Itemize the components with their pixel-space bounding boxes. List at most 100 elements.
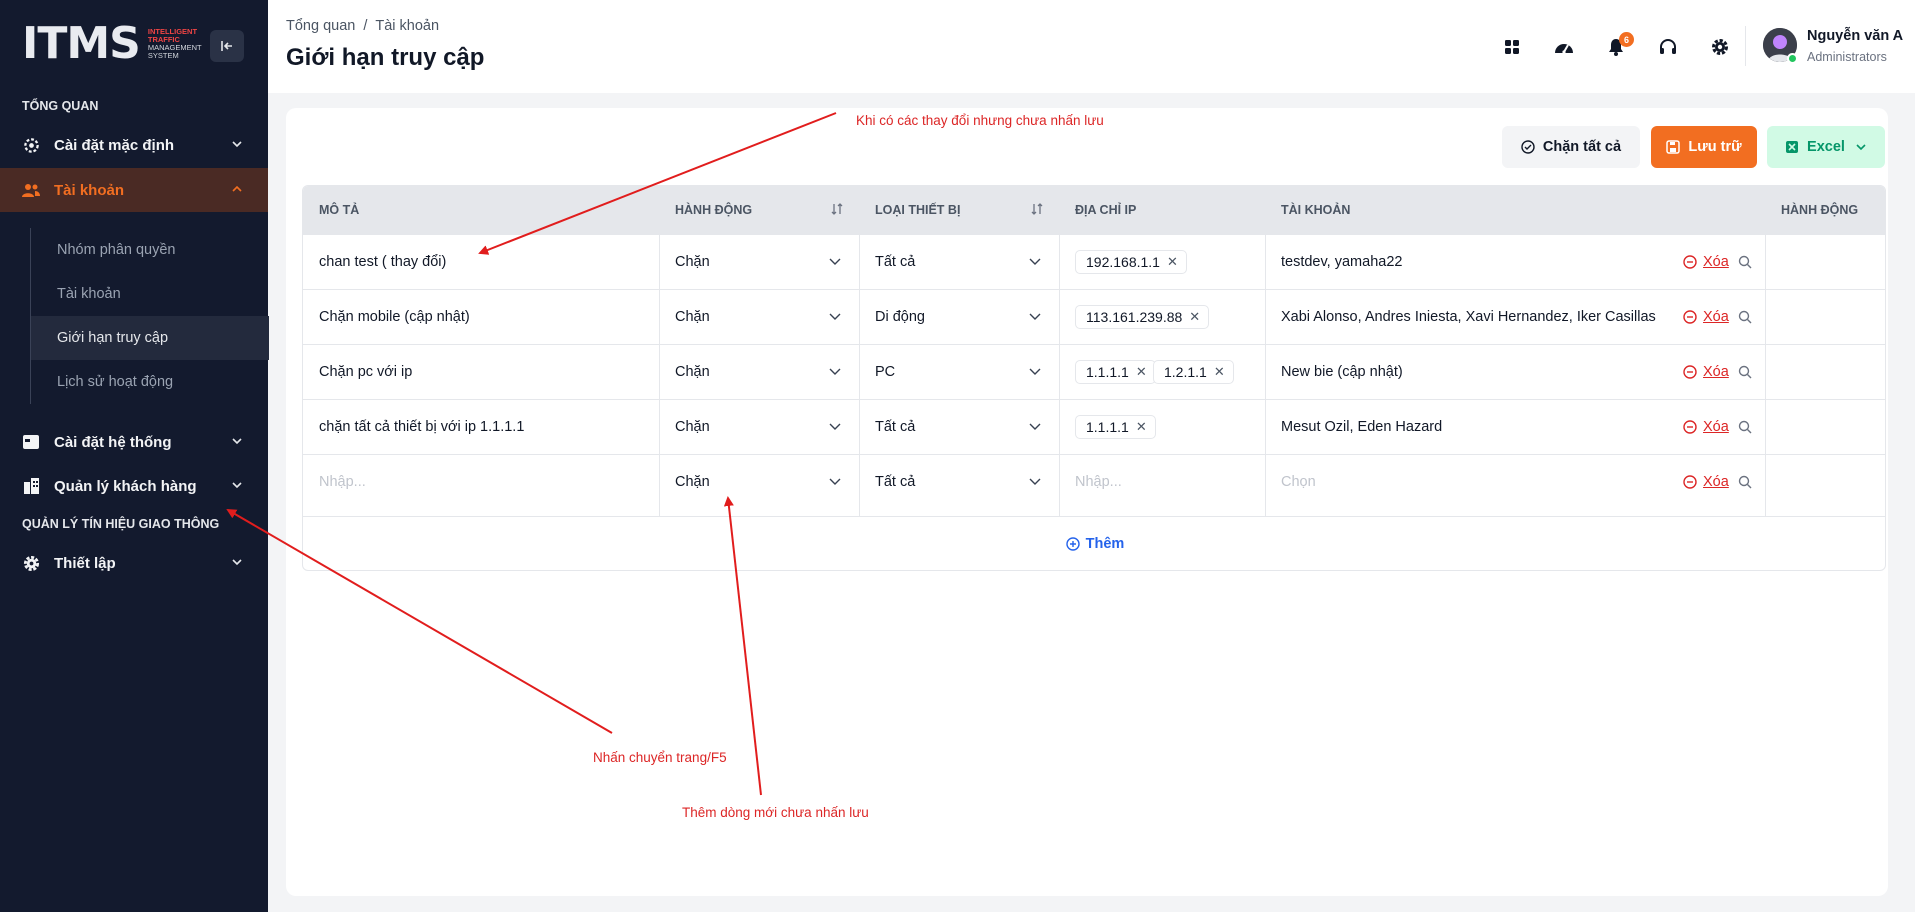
collapse-sidebar-button[interactable] <box>210 30 244 62</box>
action-select[interactable]: Chặn <box>675 364 710 380</box>
speedometer-icon <box>1555 44 1573 54</box>
sidebar-item-label: Tài khoản <box>54 181 125 199</box>
submenu-item-accounts[interactable]: Tài khoản <box>31 272 269 316</box>
table-header: MÔ TẢ HÀNH ĐỘNG LOẠI THIẾT BỊ ĐỊA CHỈ IP… <box>303 186 1885 234</box>
section-overview: TỔNG QUAN <box>22 99 99 113</box>
sort-icon[interactable] <box>1030 202 1044 216</box>
section-traffic-signal: QUẢN LÝ TÍN HIỆU GIAO THÔNG <box>22 517 220 531</box>
new-description-input[interactable]: Nhập... <box>319 474 366 490</box>
chevron-down-icon <box>829 258 841 265</box>
remove-ip-icon[interactable]: ✕ <box>1214 364 1225 380</box>
remove-ip-icon[interactable]: ✕ <box>1189 309 1200 325</box>
sidebar-item-default-settings[interactable]: Cài đặt mặc định <box>0 123 268 167</box>
plus-circle-icon <box>1065 537 1080 551</box>
top-bar: Tổng quan / Tài khoản Giới hạn truy cập 6 … <box>268 0 1915 93</box>
notification-count-badge: 6 <box>1619 32 1634 47</box>
account-select[interactable]: New bie (cập nhật) <box>1281 364 1403 380</box>
ip-tag: 1.1.1.1 ✕ <box>1075 415 1156 439</box>
settings-gear-icon <box>1712 39 1728 55</box>
device-type-select[interactable]: Tất cả <box>875 419 915 435</box>
delete-row-button[interactable]: Xóa <box>1683 419 1729 435</box>
description-input[interactable]: Chặn mobile (cập nhật) <box>319 309 470 325</box>
gear-icon <box>22 554 40 572</box>
action-select[interactable]: Chặn <box>675 419 710 435</box>
breadcrumb: Tổng quan / Tài khoản <box>286 18 439 34</box>
remove-ip-icon[interactable]: ✕ <box>1136 364 1147 380</box>
page-title: Giới hạn truy cập <box>286 44 485 71</box>
add-row-button[interactable]: Thêm <box>303 516 1885 570</box>
description-input[interactable]: chan test ( thay đổi) <box>319 254 446 270</box>
new-table-row: Nhập... Chặn Tất cả Nhập... Chọn Xóa <box>303 454 1885 509</box>
sidebar-item-setup[interactable]: Thiết lập <box>0 541 268 585</box>
sidebar-item-customer-management[interactable]: Quản lý khách hàng <box>0 464 268 508</box>
table-row: chan test ( thay đổi) Chặn Tất cả 192.16… <box>303 234 1885 289</box>
sidebar-item-account[interactable]: Tài khoản <box>0 168 268 212</box>
breadcrumb-overview[interactable]: Tổng quan <box>286 18 355 34</box>
apps-button[interactable] <box>1486 32 1538 62</box>
device-type-select[interactable]: Tất cả <box>875 254 915 270</box>
minus-circle-icon <box>1683 310 1697 324</box>
search-icon[interactable] <box>1738 255 1752 269</box>
building-icon <box>22 477 40 495</box>
remove-ip-icon[interactable]: ✕ <box>1167 254 1178 270</box>
action-select[interactable]: Chặn <box>675 254 710 270</box>
dashboard-button[interactable] <box>1538 32 1590 62</box>
ip-tag: 1.2.1.1 ✕ <box>1153 360 1234 384</box>
device-type-select[interactable]: PC <box>875 364 895 380</box>
collapse-left-icon <box>221 41 232 51</box>
chevron-down-icon <box>232 559 242 566</box>
submenu-item-activity-history[interactable]: Lịch sử hoạt động <box>31 360 269 404</box>
user-name[interactable]: Nguyễn văn A <box>1807 28 1903 44</box>
ip-tag-text: 1.1.1.1 <box>1086 364 1129 380</box>
delete-label: Xóa <box>1703 364 1729 380</box>
device-type-select[interactable]: Di động <box>875 309 925 325</box>
submenu-item-permission-groups[interactable]: Nhóm phân quyền <box>31 228 269 272</box>
content-card: Chặn tất cả Lưu trữ Excel MÔ TẢ HÀNH ĐỘN… <box>286 108 1888 896</box>
headset-icon <box>1660 39 1676 54</box>
new-ip-input[interactable]: Nhập... <box>1075 474 1122 490</box>
delete-row-button[interactable]: Xóa <box>1683 254 1729 270</box>
annotation-navigate: Nhấn chuyển trang/F5 <box>593 750 727 765</box>
device-type-select[interactable]: Tất cả <box>875 474 915 490</box>
new-account-select[interactable]: Chọn <box>1281 474 1316 490</box>
header-icons: 6 <box>1486 32 1746 62</box>
chevron-down-icon <box>1029 478 1041 485</box>
description-input[interactable]: Chặn pc với ip <box>319 364 412 380</box>
action-select[interactable]: Chặn <box>675 309 710 325</box>
sidebar-item-label: Cài đặt hệ thống <box>54 433 172 451</box>
settings-button[interactable] <box>1694 32 1746 62</box>
search-icon[interactable] <box>1738 475 1752 489</box>
excel-export-button[interactable]: Excel <box>1767 126 1885 168</box>
account-select[interactable]: Mesut Ozil, Eden Hazard <box>1281 419 1442 435</box>
ip-tag-text: 113.161.239.88 <box>1086 309 1183 325</box>
delete-row-button[interactable]: Xóa <box>1683 309 1729 325</box>
chevron-down-icon <box>232 141 242 148</box>
account-select[interactable]: testdev, yamaha22 <box>1281 254 1402 270</box>
notifications-button[interactable]: 6 <box>1590 32 1642 62</box>
support-button[interactable] <box>1642 32 1694 62</box>
delete-row-button[interactable]: Xóa <box>1683 364 1729 380</box>
annotation-new-row: Thêm dòng mới chưa nhấn lưu <box>682 805 869 820</box>
delete-row-button[interactable]: Xóa <box>1683 474 1729 490</box>
submenu-item-access-limit[interactable]: Giới hạn truy cập <box>31 316 269 360</box>
breadcrumb-account[interactable]: Tài khoản <box>375 18 439 34</box>
search-icon[interactable] <box>1738 365 1752 379</box>
chevron-down-icon <box>1029 423 1041 430</box>
save-icon <box>1666 140 1681 154</box>
check-circle-icon <box>1521 140 1535 154</box>
delete-label: Xóa <box>1703 474 1729 490</box>
account-select[interactable]: Xabi Alonso, Andres Iniesta, Xavi Hernan… <box>1281 309 1656 325</box>
search-icon[interactable] <box>1738 310 1752 324</box>
logo-sub-4: SYSTEM <box>147 51 179 60</box>
minus-circle-icon <box>1683 255 1697 269</box>
block-all-button[interactable]: Chặn tất cả <box>1502 126 1640 168</box>
action-select[interactable]: Chặn <box>675 474 710 490</box>
description-input[interactable]: chặn tất cả thiết bị với ip 1.1.1.1 <box>319 419 524 435</box>
sidebar-item-system-settings[interactable]: Cài đặt hệ thống <box>0 420 268 464</box>
col-header-account: TÀI KHOẢN <box>1281 203 1351 217</box>
remove-ip-icon[interactable]: ✕ <box>1136 419 1147 435</box>
save-button[interactable]: Lưu trữ <box>1651 126 1757 168</box>
col-header-device-type: LOẠI THIẾT BỊ <box>875 203 961 217</box>
sort-icon[interactable] <box>830 202 844 216</box>
search-icon[interactable] <box>1738 420 1752 434</box>
